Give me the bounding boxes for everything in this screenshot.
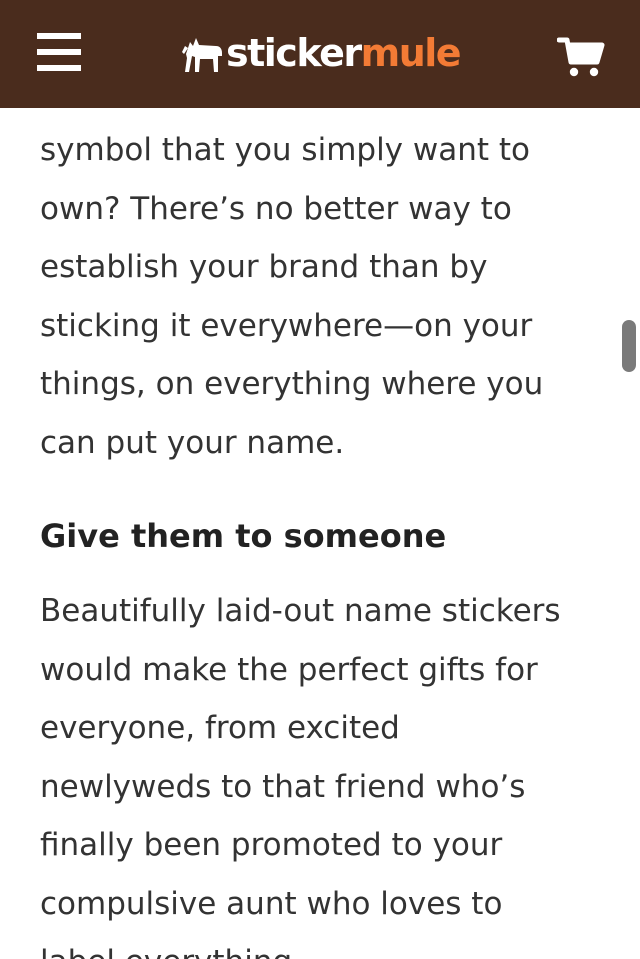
shopping-cart-icon[interactable] <box>557 36 605 78</box>
logo-word-sticker: sticker <box>226 31 362 75</box>
paragraph-gifts: Beautifully laid-out name stickers would… <box>40 582 561 959</box>
paragraph-line: compulsive aunt who loves to <box>40 885 503 922</box>
section-heading: Give them to someone <box>40 517 447 555</box>
paragraph-line: can put your name. <box>40 424 345 461</box>
paragraph-own-it: symbol that you simply want to own? Ther… <box>40 121 543 472</box>
paragraph-line: symbol that you simply want to <box>40 132 531 168</box>
mule-logo-icon <box>182 38 222 72</box>
scrollbar-thumb[interactable] <box>622 320 636 372</box>
logo-wordmark: stickermule <box>226 28 462 78</box>
page: symbol that you simply want to own? Ther… <box>0 0 640 959</box>
top-navigation-bar: stickermule <box>0 0 640 108</box>
hamburger-menu-icon[interactable] <box>37 33 81 71</box>
paragraph-line: everyone, from excited <box>40 710 400 746</box>
logo-word-mule: mule <box>360 31 462 75</box>
paragraph-line: own? There’s no better way to <box>40 190 512 227</box>
paragraph-line: Beautifully laid-out name stickers <box>40 593 561 629</box>
paragraph-line: sticking it everywhere—on your <box>40 307 533 344</box>
paragraph-line: finally been promoted to your <box>40 827 503 863</box>
paragraph-line: would make the perfect gifts for <box>40 651 538 688</box>
paragraph-line: label everything. <box>40 933 561 959</box>
paragraph-line: newlyweds to that friend who’s <box>40 768 526 805</box>
stickermule-logo[interactable]: stickermule <box>180 28 462 78</box>
paragraph-line: establish your brand than by <box>40 249 488 285</box>
paragraph-line: things, on everything where you <box>40 366 544 402</box>
